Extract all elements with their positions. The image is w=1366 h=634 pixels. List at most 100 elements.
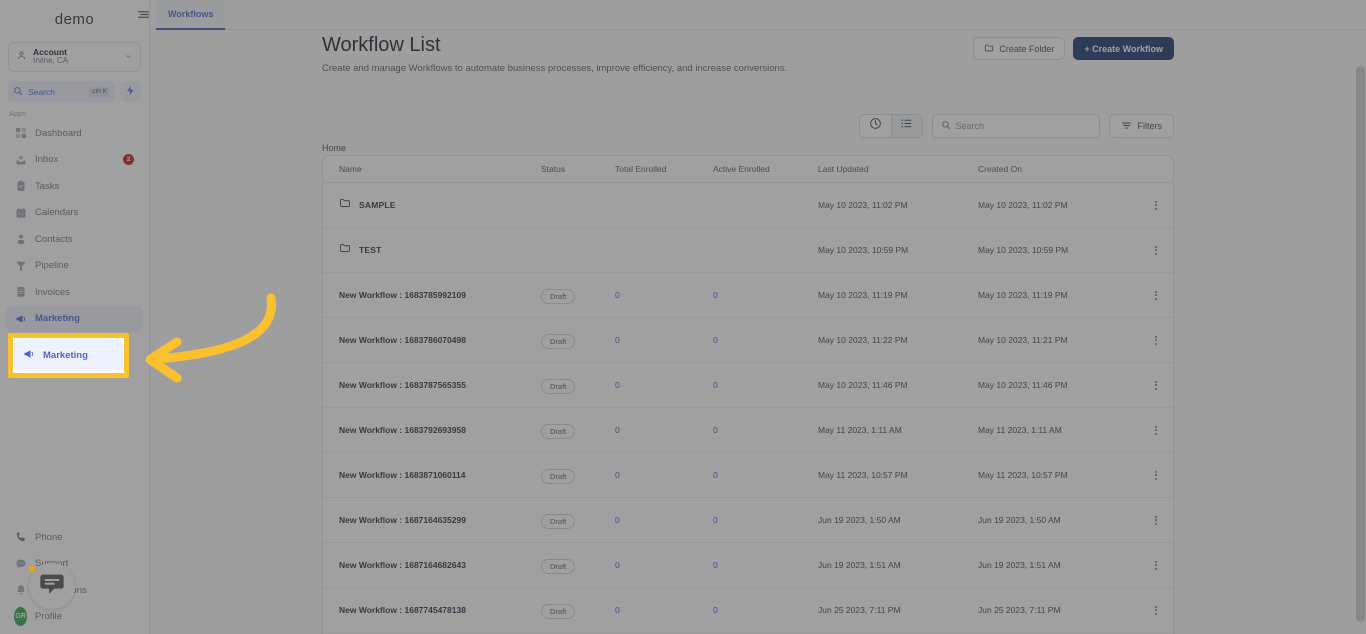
sidebar-item-marketing[interactable]: Marketing bbox=[6, 305, 143, 332]
cell-total-enrolled[interactable]: 0 bbox=[615, 515, 713, 525]
bolt-icon bbox=[125, 83, 136, 101]
cell-active-enrolled[interactable]: 0 bbox=[713, 380, 818, 390]
workflow-name[interactable]: New Workflow : 1683786070498 bbox=[339, 335, 466, 345]
list-view-button[interactable] bbox=[890, 115, 922, 137]
cell-total-enrolled[interactable]: 0 bbox=[615, 470, 713, 480]
cell-name: New Workflow : 1683787565355 bbox=[339, 380, 541, 390]
workflow-name[interactable]: New Workflow : 1687164635299 bbox=[339, 515, 466, 525]
filters-button[interactable]: Filters bbox=[1108, 114, 1174, 138]
tasks-icon bbox=[14, 180, 27, 193]
tab-workflows[interactable]: Workflows bbox=[156, 0, 226, 30]
scrollbar-thumb[interactable] bbox=[1356, 66, 1365, 622]
sidebar-item-inbox[interactable]: Inbox 2 bbox=[6, 147, 143, 174]
row-menu-button[interactable] bbox=[1131, 515, 1157, 525]
row-menu-button[interactable] bbox=[1131, 605, 1157, 615]
cell-active-enrolled[interactable]: 0 bbox=[713, 605, 818, 615]
row-menu-button[interactable] bbox=[1131, 290, 1157, 300]
row-menu-button[interactable] bbox=[1131, 560, 1157, 570]
cell-last-updated: May 10 2023, 11:46 PM bbox=[818, 380, 908, 390]
row-menu-button[interactable] bbox=[1131, 200, 1157, 210]
row-menu-button[interactable] bbox=[1131, 380, 1157, 390]
table-row[interactable]: New Workflow : 1683871060114 Draft 0 0 May 1… bbox=[323, 453, 1173, 498]
row-menu-button[interactable] bbox=[1131, 245, 1157, 255]
more-vertical-icon bbox=[1155, 200, 1157, 210]
workflow-name[interactable]: New Workflow : 1687164682643 bbox=[339, 560, 466, 570]
sidebar-item-label: Pipeline bbox=[35, 260, 69, 272]
history-view-button[interactable] bbox=[860, 115, 891, 137]
sidebar-item-invoices[interactable]: Invoices bbox=[6, 279, 143, 306]
table-row[interactable]: New Workflow : 1683785992109 Draft 0 0 May 1… bbox=[323, 273, 1173, 318]
cell-active-enrolled[interactable]: 0 bbox=[713, 425, 818, 435]
workflow-name[interactable]: New Workflow : 1683871060114 bbox=[339, 470, 465, 480]
table-row[interactable]: New Workflow : 1683787565355 Draft 0 0 May 1… bbox=[323, 363, 1173, 408]
table-row[interactable]: TEST May 10 2023, 10:59 PM May 10 2023, 10… bbox=[323, 228, 1173, 273]
status-badge: Draft bbox=[541, 379, 576, 394]
cell-total-enrolled[interactable]: 0 bbox=[615, 605, 713, 615]
support-icon bbox=[14, 557, 27, 570]
cell-active-enrolled[interactable]: 0 bbox=[713, 560, 818, 570]
workflow-name[interactable]: New Workflow : 1683792693958 bbox=[339, 425, 466, 435]
sidebar-item-contacts[interactable]: Contacts bbox=[6, 226, 143, 253]
table-row[interactable]: New Workflow : 1687164682643 Draft 0 0 Jun 1… bbox=[323, 543, 1173, 588]
global-search-button[interactable]: Search ctrl K bbox=[8, 81, 115, 102]
sidebar-collapse-button[interactable] bbox=[130, 0, 156, 30]
column-header-total: Total Enrolled bbox=[615, 164, 667, 174]
table-row[interactable]: New Workflow : 1683786070498 Draft 0 0 May 1… bbox=[323, 318, 1173, 363]
sidebar-item-label: Tasks bbox=[35, 180, 60, 192]
cell-last-updated: Jun 19 2023, 1:51 AM bbox=[818, 560, 901, 570]
create-workflow-button[interactable]: + Create Workflow bbox=[1073, 37, 1174, 60]
table-row[interactable]: New Workflow : 1687745478138 Draft 0 0 Jun 2… bbox=[323, 588, 1173, 633]
row-menu-button[interactable] bbox=[1131, 425, 1157, 435]
cell-total-enrolled[interactable]: 0 bbox=[615, 425, 713, 435]
search-input[interactable]: Search bbox=[931, 114, 1100, 138]
page-title: Workflow List bbox=[322, 34, 441, 56]
more-vertical-icon bbox=[1155, 425, 1157, 435]
more-vertical-icon bbox=[1155, 515, 1157, 525]
folder-icon bbox=[984, 43, 994, 55]
cell-active-enrolled[interactable]: 0 bbox=[713, 515, 818, 525]
quick-actions-button[interactable] bbox=[120, 81, 141, 102]
phone-icon bbox=[14, 531, 27, 544]
page-scrollbar[interactable] bbox=[1353, 60, 1366, 634]
cell-created-on: Jun 19 2023, 1:50 AM bbox=[978, 515, 1061, 525]
cell-active-enrolled[interactable]: 0 bbox=[713, 470, 818, 480]
cell-active-enrolled[interactable]: 0 bbox=[713, 290, 818, 300]
create-folder-button[interactable]: Create Folder bbox=[973, 37, 1066, 60]
user-icon bbox=[16, 48, 27, 66]
sidebar-item-pipeline[interactable]: Pipeline bbox=[6, 253, 143, 280]
breadcrumb[interactable]: Home bbox=[322, 143, 346, 153]
sidebar-item-calendars[interactable]: Calendars bbox=[6, 200, 143, 227]
workflow-name[interactable]: New Workflow : 1687745478138 bbox=[339, 605, 466, 615]
sidebar-item-tasks[interactable]: Tasks bbox=[6, 173, 143, 200]
cell-name: New Workflow : 1687745478138 bbox=[339, 605, 541, 615]
table-row[interactable]: New Workflow : 1687164635299 Draft 0 0 Jun 1… bbox=[323, 498, 1173, 543]
workflow-table: Name Status Total Enrolled Active Enroll… bbox=[322, 155, 1174, 634]
app-logo[interactable]: demo bbox=[0, 0, 149, 38]
annotation-highlight-target[interactable]: Marketing bbox=[14, 340, 123, 371]
cell-total-enrolled[interactable]: 0 bbox=[615, 290, 713, 300]
search-icon bbox=[13, 83, 23, 101]
row-menu-button[interactable] bbox=[1131, 335, 1157, 345]
table-row[interactable]: New Workflow : 1683792693958 Draft 0 0 May 1… bbox=[323, 408, 1173, 453]
account-switcher[interactable]: Account Irvine, CA bbox=[8, 42, 141, 72]
table-row[interactable]: SAMPLE May 10 2023, 11:02 PM May 10 2023, … bbox=[323, 183, 1173, 228]
cell-total-enrolled[interactable]: 0 bbox=[615, 560, 713, 570]
cell-status: Draft bbox=[541, 466, 615, 484]
cell-total-enrolled[interactable]: 0 bbox=[615, 380, 713, 390]
row-menu-button[interactable] bbox=[1131, 470, 1157, 480]
cell-total-enrolled[interactable]: 0 bbox=[615, 335, 713, 345]
workflow-name[interactable]: New Workflow : 1683785992109 bbox=[339, 290, 466, 300]
sidebar-item-phone[interactable]: Phone bbox=[6, 524, 143, 551]
workflow-name[interactable]: New Workflow : 1683787565355 bbox=[339, 380, 466, 390]
cell-created-on: May 10 2023, 11:46 PM bbox=[978, 380, 1068, 390]
cell-name: New Workflow : 1687164635299 bbox=[339, 515, 541, 525]
sidebar-item-support[interactable]: Support bbox=[6, 551, 143, 578]
filters-label: Filters bbox=[1137, 121, 1163, 131]
cell-active-enrolled[interactable]: 0 bbox=[713, 335, 818, 345]
sidebar-item-dashboard[interactable]: Dashboard bbox=[6, 120, 143, 147]
sidebar-item-profile[interactable]: GR Profile bbox=[6, 604, 143, 631]
status-badge: Draft bbox=[541, 424, 576, 439]
folder-name: TEST bbox=[359, 245, 382, 255]
chat-launcher-button[interactable] bbox=[29, 563, 75, 609]
cell-created-on: Jun 19 2023, 1:51 AM bbox=[978, 560, 1061, 570]
